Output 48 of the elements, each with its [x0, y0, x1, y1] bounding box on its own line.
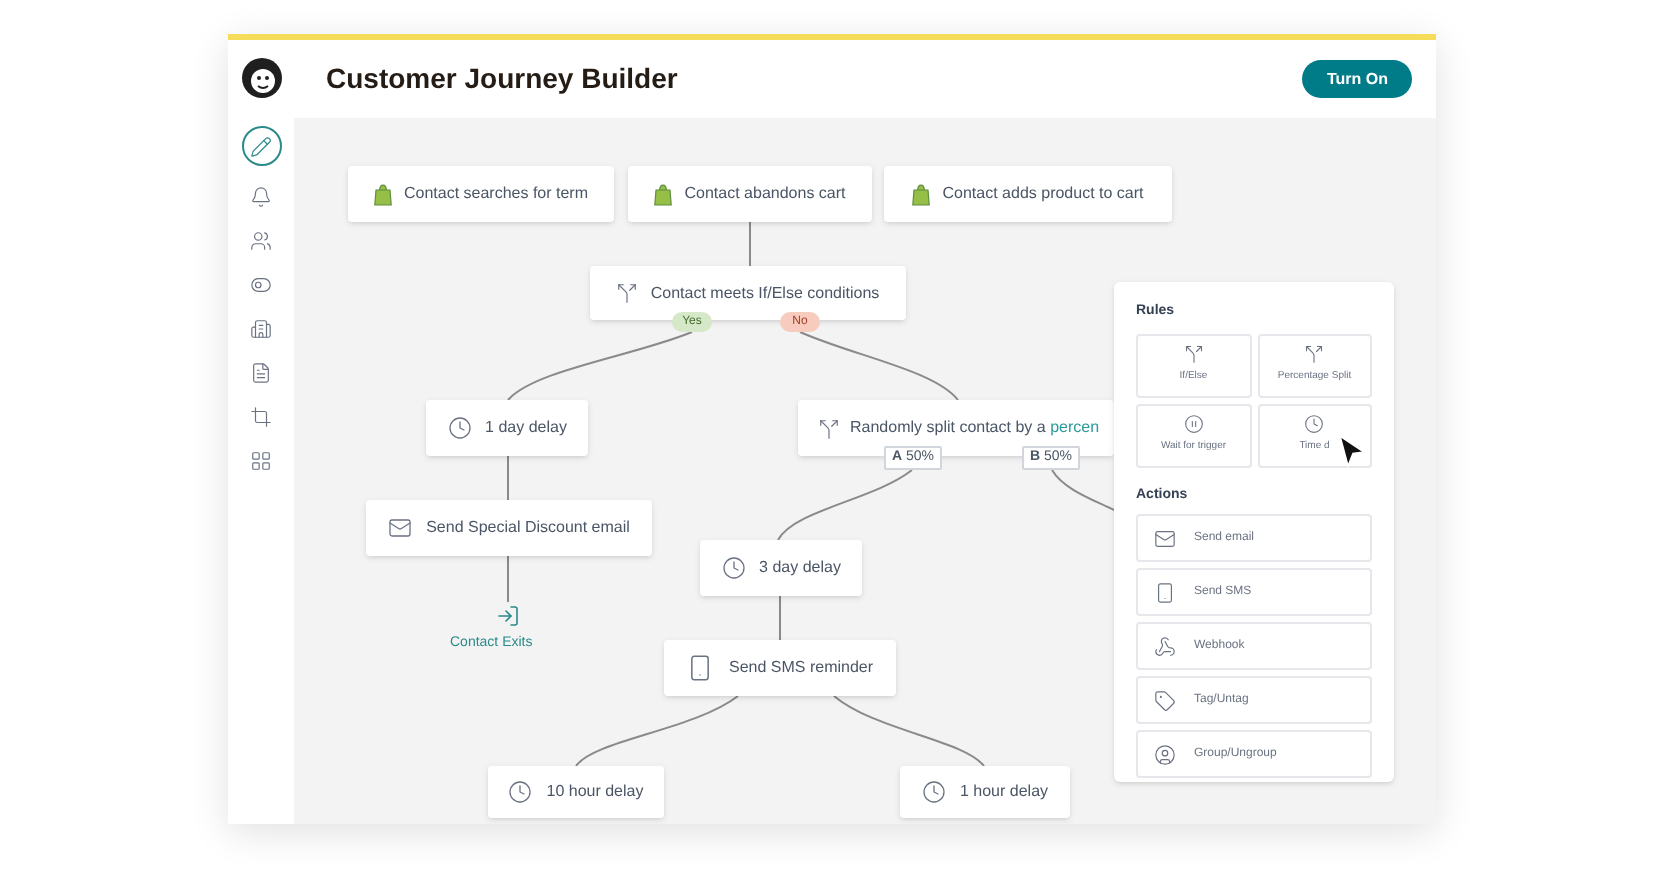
- connector-line: [779, 595, 781, 641]
- delay-node[interactable]: 1 hour delay: [900, 766, 1070, 818]
- delay-node[interactable]: 1 day delay: [426, 400, 588, 456]
- clock-icon: [508, 780, 533, 804]
- crop-icon[interactable]: [247, 402, 275, 430]
- sms-node[interactable]: Send SMS reminder: [664, 640, 896, 696]
- split-icon: [616, 282, 639, 304]
- split-icon: [1304, 344, 1325, 365]
- page-title: Customer Journey Builder: [326, 60, 678, 98]
- trigger-node[interactable]: Contact searches for term: [348, 166, 614, 222]
- pencil-icon[interactable]: [241, 126, 281, 166]
- connector-line: [749, 221, 751, 267]
- mail-icon: [1154, 527, 1176, 549]
- grid-icon[interactable]: [247, 446, 275, 474]
- split-icon: [818, 417, 840, 439]
- phone-icon: [686, 654, 715, 682]
- delay-node[interactable]: 10 hour delay: [488, 766, 664, 818]
- connector-line: [507, 455, 509, 501]
- split-text: Randomly split contact by a percen: [850, 416, 1100, 440]
- person-icon: [1154, 743, 1176, 765]
- webhook-icon: [1154, 635, 1176, 657]
- people-icon[interactable]: [247, 226, 275, 254]
- tag-icon: [1154, 689, 1176, 711]
- shopping-bag-icon: [654, 183, 673, 205]
- pause-icon: [1183, 414, 1204, 435]
- clock-icon: [447, 416, 472, 440]
- mail-icon: [388, 516, 413, 540]
- shopping-bag-icon: [912, 183, 931, 205]
- trigger-node[interactable]: Contact abandons cart: [628, 166, 872, 222]
- trigger-node[interactable]: Contact adds product to cart: [884, 166, 1172, 222]
- logo-icon[interactable]: [239, 56, 283, 100]
- shopping-bag-icon: [373, 183, 392, 205]
- clock-icon: [921, 780, 946, 804]
- connector-line: [1051, 469, 1115, 511]
- phone-icon: [1154, 581, 1176, 603]
- exit-icon: [496, 604, 520, 628]
- clock-icon: [1304, 414, 1325, 435]
- building-icon[interactable]: [247, 314, 275, 342]
- email-node[interactable]: Send Special Discount email: [366, 500, 652, 556]
- clock-icon: [721, 556, 746, 580]
- page-icon[interactable]: [247, 358, 275, 386]
- cursor-icon: [1338, 434, 1366, 468]
- delay-node[interactable]: 3 day delay: [700, 540, 862, 596]
- split-icon: [1183, 344, 1204, 365]
- bell-icon[interactable]: [247, 182, 275, 210]
- connector-line: [507, 555, 509, 603]
- turn-on-button[interactable]: Turn On: [1302, 60, 1412, 98]
- connector-line: [777, 469, 913, 541]
